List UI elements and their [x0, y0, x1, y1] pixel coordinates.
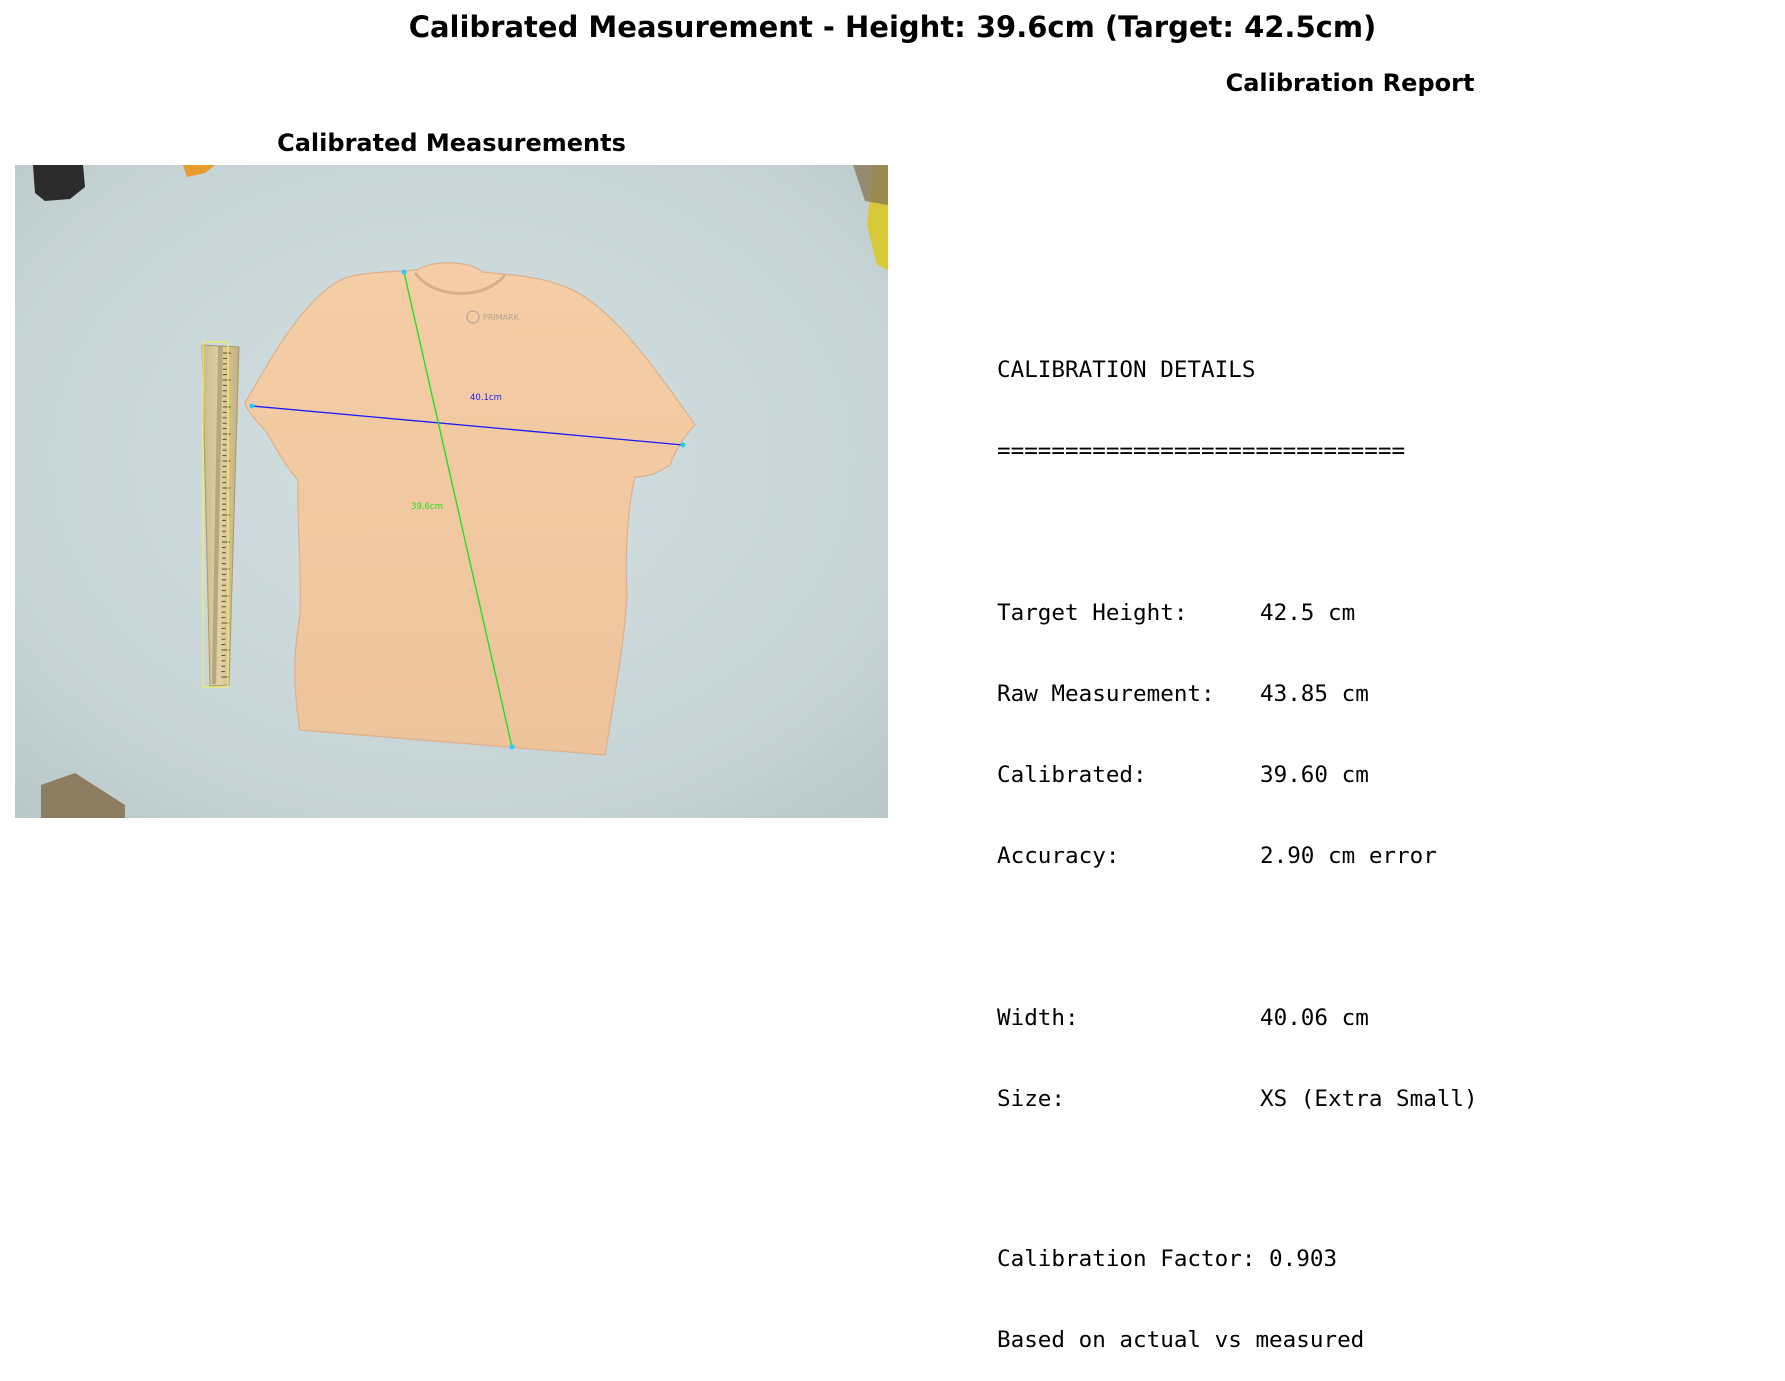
report-value: 43.85 cm — [1260, 681, 1369, 707]
report-row-size: Size: XS (Extra Small) — [997, 1086, 1478, 1113]
report-label: Accuracy: — [997, 843, 1120, 869]
height-endpoint-bottom — [509, 744, 515, 750]
report-label: Width: — [997, 1005, 1079, 1031]
report-value: 42.5 cm — [1260, 600, 1356, 626]
width-endpoint-left — [249, 403, 255, 409]
report-note: Based on actual vs measured — [997, 1327, 1365, 1353]
width-annotation: 40.1cm — [470, 393, 502, 403]
height-annotation: 39.6cm — [411, 502, 443, 512]
report-row-accuracy: Accuracy: 2.90 cm error — [997, 843, 1478, 870]
right-panel-title: Calibration Report — [1225, 69, 1475, 97]
report-row-width: Width: 40.06 cm — [997, 1005, 1478, 1032]
report-value: 2.90 cm error — [1260, 843, 1437, 869]
figure-title: Calibrated Measurement - Height: 39.6cm … — [408, 10, 1377, 44]
report-separator: ============================== — [997, 438, 1406, 464]
photo-canvas: PRIMARK 40.1cm 39.6cm — [15, 165, 888, 818]
width-endpoint-right — [680, 442, 686, 448]
report-heading: CALIBRATION DETAILS — [997, 357, 1256, 383]
report-calibration-factor: Calibration Factor: 0.903 — [997, 1246, 1338, 1272]
report-label: Calibrated: — [997, 762, 1147, 788]
svg-text:PRIMARK: PRIMARK — [483, 313, 520, 322]
calibration-report: CALIBRATION DETAILS ====================… — [997, 303, 1478, 1381]
report-row-calibrated: Calibrated: 39.60 cm — [997, 762, 1478, 789]
report-row-target-height: Target Height: 42.5 cm — [997, 600, 1478, 627]
report-label: Size: — [997, 1086, 1066, 1112]
left-panel-title: Calibrated Measurements — [277, 129, 626, 157]
measurement-photo: PRIMARK 40.1cm 39.6cm — [15, 165, 888, 818]
report-label: Target Height: — [997, 600, 1188, 626]
report-label: Raw Measurement: — [997, 681, 1215, 707]
report-value: XS (Extra Small) — [1260, 1086, 1478, 1112]
report-row-raw-measurement: Raw Measurement: 43.85 cm — [997, 681, 1478, 708]
report-value: 40.06 cm — [1260, 1005, 1369, 1031]
report-value: 39.60 cm — [1260, 762, 1369, 788]
height-endpoint-top — [401, 269, 407, 275]
